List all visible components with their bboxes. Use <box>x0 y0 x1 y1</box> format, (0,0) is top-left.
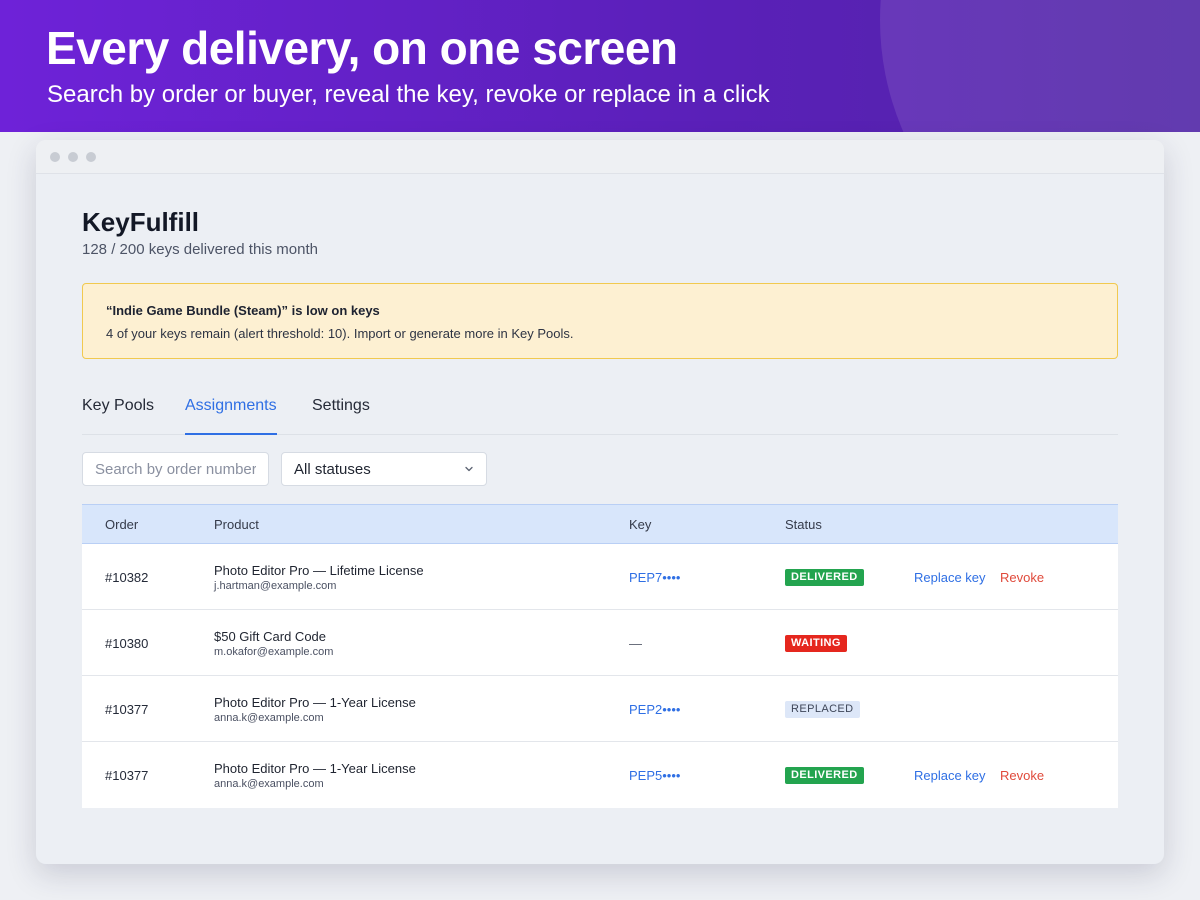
tab-bar: Key Pools Assignments Settings <box>82 388 1118 435</box>
table-row: #10382 Photo Editor Pro — Lifetime Licen… <box>82 544 1118 610</box>
window-titlebar <box>36 140 1164 174</box>
status-filter-select[interactable]: All statuses <box>281 452 487 486</box>
key-reveal-link[interactable]: PEP2•••• <box>629 702 680 717</box>
alert-title: “Indie Game Bundle (Steam)” is low on ke… <box>106 303 380 318</box>
product-name: Photo Editor Pro — Lifetime License <box>214 563 424 578</box>
buyer-email: m.okafor@example.com <box>214 646 334 658</box>
app-title: KeyFulfill <box>82 207 200 237</box>
key-reveal-link[interactable]: PEP7•••• <box>629 570 680 585</box>
revoke-button[interactable]: Revoke <box>1000 570 1044 585</box>
order-number: #10377 <box>105 702 149 717</box>
app-window: KeyFulfill 128 / 200 keys delivered this… <box>36 140 1164 864</box>
buyer-email: j.hartman@example.com <box>214 580 337 592</box>
alert-body: 4 of your keys remain (alert threshold: … <box>106 326 574 341</box>
buyer-email: anna.k@example.com <box>214 712 324 724</box>
tab-settings[interactable]: Settings <box>312 397 370 435</box>
status-badge: REPLACED <box>785 701 860 718</box>
assignments-table: Order Product Key Status #10382 Photo Ed… <box>82 504 1118 808</box>
window-dot-icon <box>86 152 96 162</box>
key-placeholder: — <box>629 636 642 651</box>
tab-key-pools[interactable]: Key Pools <box>82 397 154 435</box>
chevron-down-icon <box>465 466 473 472</box>
tab-assignments[interactable]: Assignments <box>185 397 277 435</box>
hero-subtitle: Search by order or buyer, reveal the key… <box>47 81 770 108</box>
column-header-key: Key <box>629 517 652 532</box>
key-reveal-link[interactable]: PEP5•••• <box>629 768 680 783</box>
column-header-status: Status <box>785 517 822 532</box>
hero-banner: Every delivery, on one screen Search by … <box>0 0 1200 132</box>
column-header-product: Product <box>214 517 259 532</box>
table-row: #10380 $50 Gift Card Code m.okafor@examp… <box>82 610 1118 676</box>
window-dot-icon <box>50 152 60 162</box>
status-badge: DELIVERED <box>785 767 864 784</box>
product-name: $50 Gift Card Code <box>214 629 327 644</box>
low-stock-alert: “Indie Game Bundle (Steam)” is low on ke… <box>82 283 1118 359</box>
product-name: Photo Editor Pro — 1-Year License <box>214 761 416 776</box>
revoke-button[interactable]: Revoke <box>1000 768 1044 783</box>
status-filter-value: All statuses <box>294 461 371 478</box>
replace-key-button[interactable]: Replace key <box>914 570 986 585</box>
table-row: #10377 Photo Editor Pro — 1-Year License… <box>82 742 1118 808</box>
table-row: #10377 Photo Editor Pro — 1-Year License… <box>82 676 1118 742</box>
hero-title: Every delivery, on one screen <box>46 22 678 74</box>
status-badge: WAITING <box>785 635 847 652</box>
order-number: #10382 <box>105 570 149 585</box>
product-name: Photo Editor Pro — 1-Year License <box>214 695 416 710</box>
column-header-order: Order <box>105 517 139 532</box>
status-badge: DELIVERED <box>785 569 864 586</box>
replace-key-button[interactable]: Replace key <box>914 768 986 783</box>
search-input[interactable] <box>82 452 269 486</box>
buyer-email: anna.k@example.com <box>214 778 324 790</box>
window-dot-icon <box>68 152 78 162</box>
usage-summary: 128 / 200 keys delivered this month <box>82 241 318 258</box>
hero-decoration <box>880 0 1200 132</box>
order-number: #10380 <box>105 636 149 651</box>
order-number: #10377 <box>105 768 149 783</box>
table-header: Order Product Key Status <box>82 504 1118 544</box>
